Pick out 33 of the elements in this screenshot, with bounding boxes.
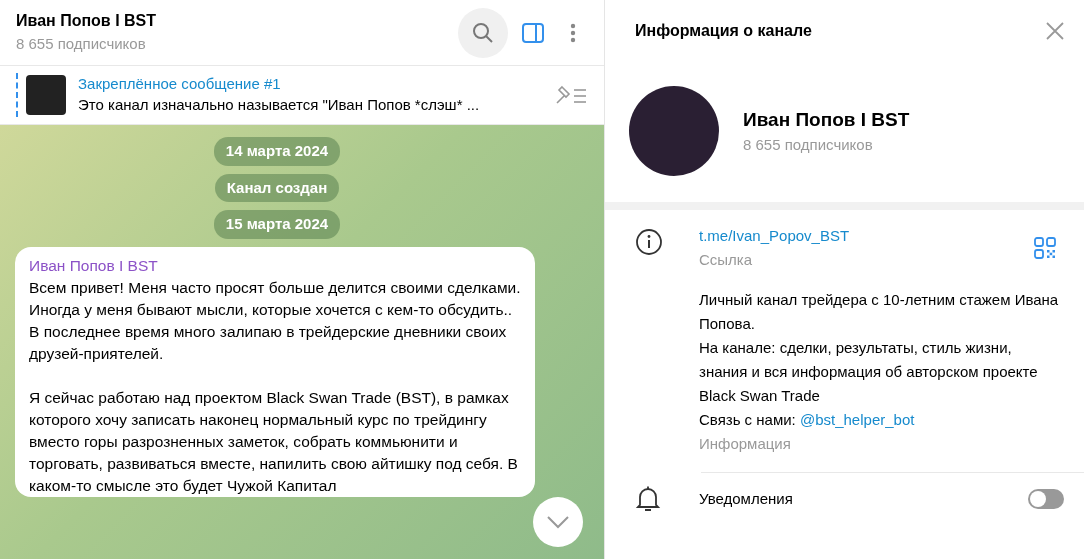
channel-title: Иван Попов I BST [16,11,157,32]
service-message: 14 марта 2024 [213,137,341,166]
subscriber-count: 8 655 подписчиков [16,34,147,55]
info-icon [635,228,663,256]
subscriber-count: 8 655 подписчиков [743,135,874,155]
search-button[interactable] [458,7,508,58]
channel-description: Личный канал трейдера с 10-летним стажем Ивана Попова. На канале: сделки, результаты, стиль жизни, знания и вся информация об авторском проекте Black Swan Trade [699,290,1060,406]
service-message: 15 марта 2024 [213,210,341,239]
notifications-toggle[interactable] [1028,489,1064,509]
panel-title: Информация о канале [635,21,813,41]
bell-icon [635,485,661,513]
search-icon [472,21,494,44]
close-icon [1046,22,1064,40]
message-author: Иван Попов I BST [29,255,159,276]
bot-link[interactable]: @bst_helper_bot [799,411,915,428]
channel-name: Иван Попов I BST [743,107,910,132]
photo-placeholder [26,75,66,115]
link-label: Ссылка [699,250,754,270]
pinned-title: Закреплённое сообщение #1 [78,73,282,94]
pinned-list-icon[interactable] [554,84,588,106]
description-label: Информация [699,434,792,454]
qr-code-icon[interactable] [1034,237,1056,259]
message-text: Всем привет! Меня часто просят больше делится своими сделками. Иногда у меня бывают мысли, которые хочется с кем-то обсудить.. В последнее время много залипаю в трейдерские дневники своих друзей-приятелей. [29,277,521,364]
sidebar-panel-icon [521,21,545,44]
notifications-label: Уведомления [699,489,794,509]
pinned-text: Это канал изначально называется "Иван Попов *слэш* ... [78,94,481,115]
more-icon [570,22,576,43]
message-text: Я сейчас работаю над проектом Black Swan Trade (BST), в рамках которого хочу записать наконец нормальный курс по трейдингу вместо горы разрозненных заметок, собрать коммьюнити и торговать, развиваться вместе, напилить свою айтишку под себя. В каком-то смысле это будет Чужой Капитал [29,387,519,496]
contact-line: Связь с нами: @bst_helper_bot [699,410,916,430]
chevron-down-icon [546,515,570,529]
scroll-down-button[interactable] [533,497,583,547]
channel-link[interactable]: t.me/Ivan_Popov_BST [699,227,850,244]
service-message: Канал создан [214,173,340,202]
